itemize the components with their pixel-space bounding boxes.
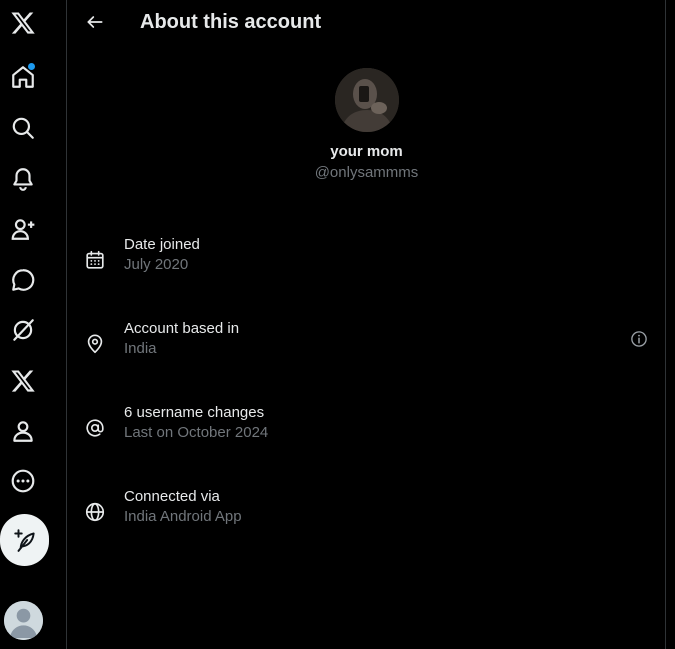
info-label: Date joined [124, 236, 200, 253]
location-pin-icon [84, 333, 108, 357]
main-column: About this account your mom @onlysammms [67, 0, 666, 649]
follow-icon[interactable] [5, 211, 41, 247]
info-value: India Android App [124, 508, 242, 525]
premium-x-icon[interactable] [5, 363, 41, 399]
at-sign-icon [84, 417, 108, 441]
notifications-icon[interactable] [5, 161, 41, 197]
profile-summary: your mom @onlysammms [67, 68, 666, 182]
more-icon[interactable] [5, 463, 41, 499]
messages-icon[interactable] [5, 262, 41, 298]
info-label: Account based in [124, 320, 240, 337]
arrow-left-icon [87, 16, 103, 28]
account-avatar[interactable] [4, 601, 43, 640]
page-title: About this account [140, 11, 322, 33]
home-icon[interactable] [5, 59, 41, 95]
grok-icon[interactable] [5, 312, 41, 348]
search-icon[interactable] [5, 110, 41, 146]
info-label: 6 username changes [124, 404, 265, 421]
page-header: About this account [67, 0, 666, 46]
app-window: About this account your mom @onlysammms [0, 0, 675, 649]
sidebar-nav [0, 0, 67, 649]
compose-icon [13, 529, 35, 552]
info-value: India [124, 340, 157, 357]
globe-icon [84, 501, 108, 525]
info-row-date-joined: Date joined July 2020 [67, 236, 666, 292]
info-value: Last on October 2024 [124, 424, 269, 441]
profile-handle: @onlysammms [314, 164, 419, 181]
info-row-account-based-in: Account based in India [67, 320, 666, 376]
info-value: July 2020 [124, 256, 189, 273]
compose-post-button[interactable] [0, 514, 49, 566]
info-row-username-changes: 6 username changes Last on October 2024 [67, 404, 666, 460]
profile-avatar[interactable] [334, 68, 399, 132]
info-help-button[interactable] [630, 330, 650, 350]
x-logo-icon[interactable] [5, 5, 41, 41]
info-row-connected-via: Connected via India Android App [67, 488, 666, 544]
calendar-icon [84, 249, 108, 273]
back-button[interactable] [79, 6, 111, 38]
notification-dot [28, 63, 35, 70]
profile-icon[interactable] [5, 413, 41, 449]
info-circle-icon [631, 331, 647, 347]
profile-name: your mom [330, 143, 403, 160]
info-label: Connected via [124, 488, 220, 505]
